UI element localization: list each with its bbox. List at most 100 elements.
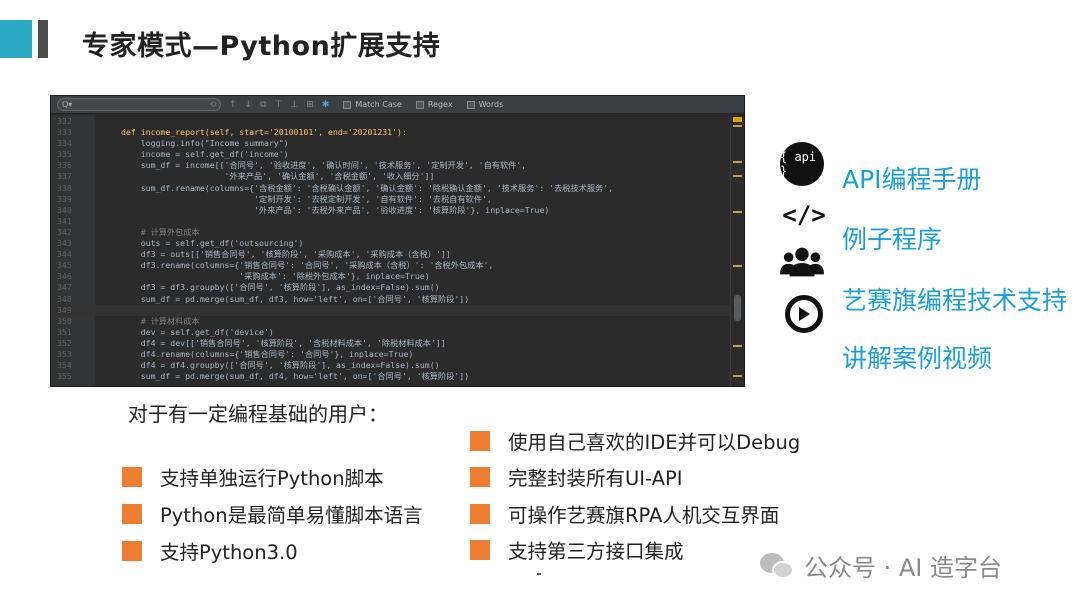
link-label-examples[interactable]: 例子程序 bbox=[842, 220, 942, 256]
code-line[interactable]: 337 '外来产品', '确认金额', '含税金额', '收入细分']] bbox=[51, 171, 730, 182]
line-number: 338 bbox=[57, 182, 72, 193]
bullet-text: 支持单独运行Python脚本 bbox=[160, 467, 384, 490]
code-line[interactable]: 352 df4 = dev[['销售合同号', '核算阶段', '含税材料成本'… bbox=[51, 338, 730, 349]
line-number: 336 bbox=[57, 160, 72, 171]
code-line[interactable]: 351 dev = self.get_df('device') bbox=[51, 327, 730, 338]
link-videos[interactable] bbox=[782, 292, 826, 336]
code-line[interactable]: 348 sum_df = pd.merge(sum_df, df3, how='… bbox=[51, 294, 730, 305]
line-code: sum_df = pd.merge(sum_df, df3, how='left… bbox=[121, 293, 470, 304]
error-marker[interactable] bbox=[733, 125, 742, 127]
words-toggle[interactable]: Words bbox=[466, 100, 503, 109]
code-line[interactable]: 354 df4 = df4.groupby(['合同号', '核算阶段'], a… bbox=[51, 360, 730, 371]
line-number: 337 bbox=[57, 171, 72, 182]
line-code: df4 = dev[['销售合同号', '核算阶段', '含税材料成本', '除… bbox=[121, 337, 446, 348]
code-line[interactable]: 344 df3 = outs[['销售合同号', '核算阶段', '采购成本',… bbox=[51, 249, 730, 260]
code-line[interactable]: 346 '采购成本': '除税外包成本'}, inplace=True) bbox=[51, 271, 730, 282]
arrow-up-icon[interactable]: ↑ bbox=[229, 100, 237, 110]
code-line[interactable]: 333 def income_report(self, start='201001… bbox=[51, 127, 730, 138]
bullet-item: 支持第三方接口集成 bbox=[470, 535, 684, 564]
bullet-square-icon bbox=[470, 430, 490, 451]
code-line[interactable]: 336 sum_df = income[['合同号', '验收进度', '确认时… bbox=[51, 160, 730, 171]
code-line[interactable]: 335 income = self.get_df('income') bbox=[51, 149, 730, 160]
line-number: 349 bbox=[57, 304, 72, 315]
select-next-icon[interactable]: ⊤ bbox=[275, 100, 283, 110]
change-marker[interactable] bbox=[733, 345, 742, 347]
line-code: # 计算材料成本 bbox=[121, 315, 200, 326]
slide-title: 专家模式—Python扩展支持 bbox=[82, 31, 441, 62]
settings-gear-icon[interactable]: ✱ bbox=[322, 100, 330, 110]
change-marker[interactable] bbox=[733, 211, 742, 213]
bullet-item: 支持Python3.0 bbox=[122, 536, 298, 565]
line-code: def income_report(self, start='20100101'… bbox=[121, 127, 407, 138]
change-marker[interactable] bbox=[733, 265, 742, 267]
line-number: 333 bbox=[57, 127, 72, 138]
line-number: 344 bbox=[57, 249, 72, 260]
code-area[interactable]: 332 333 def income_report(self, start='201… bbox=[51, 116, 730, 382]
code-line[interactable]: 340 '外来产品': '去税外来产品', '验收进度': '核算阶段'}, i… bbox=[51, 205, 730, 216]
code-line[interactable]: 343 outs = self.get_df('outsourcing') bbox=[51, 238, 730, 249]
bullet-text: 完整封装所有UI-API bbox=[508, 467, 683, 490]
code-line[interactable]: 349 bbox=[51, 304, 730, 316]
line-number: 332 bbox=[57, 116, 72, 126]
link-label-tech-support[interactable]: 艺赛旗编程技术支持 bbox=[842, 281, 1067, 317]
line-code: '定制开发': '去税定制开发', '自有软件': '去税自有软件', bbox=[121, 193, 492, 204]
line-number: 348 bbox=[57, 293, 72, 304]
code-line[interactable]: 338 sum_df.rename(columns={'含税金额': '含税确认… bbox=[51, 183, 730, 194]
api-icon: { api } bbox=[780, 142, 824, 186]
line-number: 342 bbox=[57, 226, 72, 237]
line-code: logging.info("Income summary") bbox=[121, 138, 289, 149]
words-checkbox[interactable] bbox=[466, 100, 475, 109]
arrow-down-icon[interactable]: ↓ bbox=[245, 100, 253, 110]
line-number: 351 bbox=[57, 326, 72, 337]
editor-scrollbar[interactable] bbox=[730, 115, 744, 386]
line-code: '采购成本': '除税外包成本'}, inplace=True) bbox=[121, 271, 430, 282]
filter-icon[interactable]: ⊞ bbox=[306, 100, 314, 110]
link-label-api-manual[interactable]: API编程手册 bbox=[842, 160, 982, 196]
change-marker[interactable] bbox=[733, 161, 742, 163]
select-all-icon[interactable]: ⊥ bbox=[290, 100, 298, 110]
line-code: outs = self.get_df('outsourcing') bbox=[121, 238, 304, 249]
bullet-item: 使用自己喜欢的IDE并可以Debug bbox=[470, 426, 800, 455]
match-case-checkbox[interactable] bbox=[343, 100, 352, 109]
code-line[interactable]: 342 # 计算外包成本 bbox=[51, 227, 730, 238]
link-api-manual[interactable]: { api } bbox=[780, 142, 824, 186]
warning-marker[interactable] bbox=[733, 117, 742, 122]
match-case-toggle[interactable]: Match Case bbox=[343, 100, 402, 109]
line-code: income = self.get_df('income') bbox=[121, 149, 289, 160]
find-all-icon[interactable]: ⧉ bbox=[260, 100, 266, 110]
link-label-videos[interactable]: 讲解案例视频 bbox=[842, 339, 992, 375]
bullet-item: 可操作艺赛旗RPA人机交互界面 bbox=[470, 499, 779, 528]
regex-checkbox[interactable] bbox=[415, 100, 424, 109]
scrollbar-thumb[interactable] bbox=[734, 295, 741, 321]
line-code: df4.rename(columns={'销售合同号': '合同号'}, inp… bbox=[121, 348, 414, 359]
link-examples[interactable]: </> bbox=[782, 193, 826, 237]
bullet-text: 支持第三方接口集成 bbox=[508, 540, 684, 563]
line-number: 352 bbox=[57, 337, 72, 348]
link-tech-support[interactable] bbox=[780, 240, 824, 284]
code-line[interactable]: 347 df3 = df3.groupby(['合同号', '核算阶段'], a… bbox=[51, 282, 730, 293]
bullet-item: Python是最简单易懂脚本语言 bbox=[122, 499, 423, 528]
code-line[interactable]: 334 logging.info("Income summary") bbox=[51, 138, 730, 149]
bullet-text: 可操作艺赛旗RPA人机交互界面 bbox=[508, 504, 780, 527]
line-code: sum_df = income[['合同号', '验收进度', '确认时间', … bbox=[121, 160, 527, 171]
code-line[interactable]: 339 '定制开发': '去税定制开发', '自有软件': '去税自有软件', bbox=[51, 194, 730, 205]
code-line[interactable]: 350 # 计算材料成本 bbox=[51, 316, 730, 327]
code-line[interactable]: 341 bbox=[51, 216, 730, 227]
line-number: 353 bbox=[57, 348, 72, 359]
bullet-square-icon bbox=[122, 540, 142, 561]
regex-toggle[interactable]: Regex bbox=[415, 100, 453, 109]
line-number: 345 bbox=[57, 260, 72, 271]
line-code: # 计算外包成本 bbox=[121, 226, 200, 237]
code-line[interactable]: 355 sum_df = pd.merge(sum_df, df4, how='… bbox=[51, 371, 730, 382]
line-code: dev = self.get_df('device') bbox=[121, 326, 274, 337]
users-icon bbox=[780, 240, 824, 284]
bullet-square-icon bbox=[122, 503, 142, 524]
code-line[interactable]: 345 df3.rename(columns={'销售合同号': '合同号', … bbox=[51, 260, 730, 271]
code-line[interactable]: 332 bbox=[51, 116, 730, 127]
code-line[interactable]: 353 df4.rename(columns={'销售合同号': '合同号'},… bbox=[51, 349, 730, 360]
change-marker[interactable] bbox=[733, 175, 742, 177]
clear-search-icon[interactable]: ⟲ bbox=[209, 100, 216, 109]
editor-search-input[interactable]: Q▾ ⟲ bbox=[57, 98, 221, 111]
change-marker[interactable] bbox=[733, 375, 742, 377]
